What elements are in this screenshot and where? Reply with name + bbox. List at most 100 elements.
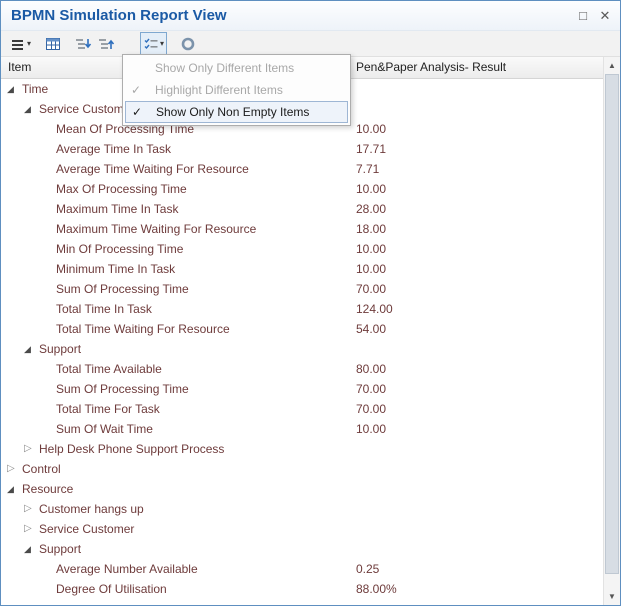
item-value: 10.00	[350, 119, 386, 139]
item-label: Max Of Processing Time	[56, 179, 187, 199]
vertical-scrollbar[interactable]: ▲ ▼	[603, 57, 620, 605]
item-cell: Degree Of Utilisation	[1, 579, 350, 599]
table-row[interactable]: Maximum Time Waiting For Resource 18.00	[1, 219, 603, 239]
item-value: 7.71	[350, 159, 379, 179]
item-cell: ▷ Customer hangs up	[1, 499, 350, 519]
table-row[interactable]: ▷ Service Customer	[1, 519, 603, 539]
item-label: Total Time For Task	[56, 399, 160, 419]
item-value: 17.71	[350, 139, 386, 159]
table-row[interactable]: ▷ Customer hangs up	[1, 499, 603, 519]
item-cell: Average Time Waiting For Resource	[1, 159, 350, 179]
item-cell: Max Of Processing Time	[1, 179, 350, 199]
item-label: Maximum Time In Task	[56, 199, 178, 219]
table-row[interactable]: ▷ Help Desk Phone Support Process	[1, 439, 603, 459]
item-label: Total Time In Task	[56, 299, 152, 319]
expanded-icon[interactable]: ◢	[24, 339, 36, 359]
table-row[interactable]: Average Time Waiting For Resource 7.71	[1, 159, 603, 179]
collapsed-icon[interactable]: ▷	[24, 439, 36, 459]
item-label: Resource	[22, 479, 73, 499]
title-bar: BPMN Simulation Report View □ ✕	[1, 1, 620, 31]
collapsed-icon[interactable]: ▷	[7, 459, 19, 479]
table-row[interactable]: ▷ Control	[1, 459, 603, 479]
record-button[interactable]	[177, 32, 199, 56]
item-cell: Average Time In Task	[1, 139, 350, 159]
table-row[interactable]: Total Time In Task 124.00	[1, 299, 603, 319]
collapsed-icon[interactable]: ▷	[24, 519, 36, 539]
table-row[interactable]: Max Of Processing Time 10.00	[1, 179, 603, 199]
expanded-icon[interactable]: ◢	[24, 99, 36, 119]
item-value	[350, 539, 356, 559]
item-value: 70.00	[350, 279, 386, 299]
check-icon: ✓	[131, 83, 155, 97]
item-value	[350, 459, 356, 479]
item-value	[350, 439, 356, 459]
hamburger-menu-button[interactable]: ▾	[7, 32, 34, 56]
item-value: 70.00	[350, 379, 386, 399]
window-title: BPMN Simulation Report View	[11, 7, 572, 24]
scroll-down-button[interactable]: ▼	[604, 588, 620, 605]
item-cell: Maximum Time Waiting For Resource	[1, 219, 350, 239]
menu-item: ✓ Highlight Different Items	[125, 79, 348, 101]
report-button[interactable]	[42, 32, 64, 56]
item-cell: ▷ Control	[1, 459, 350, 479]
table-row[interactable]: Sum Of Processing Time 70.00	[1, 279, 603, 299]
expand-items-button[interactable]	[72, 32, 95, 56]
item-value	[350, 479, 356, 499]
item-cell: ▷ Help Desk Phone Support Process	[1, 439, 350, 459]
item-cell: Minimum Time In Task	[1, 259, 350, 279]
item-label: Total Time Waiting For Resource	[56, 319, 230, 339]
display-options-button[interactable]: ▾	[140, 32, 167, 56]
table-row[interactable]: Sum Of Wait Time 10.00	[1, 419, 603, 439]
table-row[interactable]: Minimum Time In Task 10.00	[1, 259, 603, 279]
item-value: 54.00	[350, 319, 386, 339]
hamburger-icon	[10, 36, 26, 52]
menu-item[interactable]: ✓ Show Only Non Empty Items	[125, 101, 348, 123]
close-button[interactable]: ✕	[594, 5, 616, 27]
table-row[interactable]: Maximum Time In Task 28.00	[1, 199, 603, 219]
item-cell: Maximum Time In Task	[1, 199, 350, 219]
item-label: Time	[22, 79, 48, 99]
table-row[interactable]: ◢ Support	[1, 339, 603, 359]
item-value: 28.00	[350, 199, 386, 219]
item-cell: ▷ Service Customer	[1, 519, 350, 539]
bpmn-simulation-report-window: BPMN Simulation Report View □ ✕ ▾	[0, 0, 621, 606]
table-row[interactable]: Min Of Processing Time 10.00	[1, 239, 603, 259]
collapse-items-button[interactable]	[95, 32, 118, 56]
scroll-up-button[interactable]: ▲	[604, 57, 620, 74]
expanded-icon[interactable]: ◢	[7, 79, 19, 99]
table-row[interactable]: Total Time Available 80.00	[1, 359, 603, 379]
table-row[interactable]: ◢ Resource	[1, 479, 603, 499]
checklist-icon	[143, 36, 159, 52]
table-row[interactable]: Degree Of Utilisation 88.00%	[1, 579, 603, 599]
table-row[interactable]: Total Time Waiting For Resource 54.00	[1, 319, 603, 339]
collapsed-icon[interactable]: ▷	[24, 499, 36, 519]
item-cell: Total Time For Task	[1, 399, 350, 419]
menu-item-label: Highlight Different Items	[155, 83, 283, 97]
expanded-icon[interactable]: ◢	[24, 539, 36, 559]
expanded-icon[interactable]: ◢	[7, 479, 19, 499]
table-row[interactable]: Average Number Available 0.25	[1, 559, 603, 579]
table-row[interactable]: ◢ Support	[1, 539, 603, 559]
item-label: Maximum Time Waiting For Resource	[56, 219, 256, 239]
menu-item-label: Show Only Different Items	[155, 61, 294, 75]
table-row[interactable]: Total Time For Task 70.00	[1, 399, 603, 419]
item-label: Average Time In Task	[56, 139, 171, 159]
item-label: Minimum Time In Task	[56, 259, 175, 279]
item-label: Sum Of Processing Time	[56, 279, 189, 299]
scrollbar-thumb[interactable]	[605, 74, 619, 574]
item-value	[350, 339, 356, 359]
item-cell: Total Time In Task	[1, 299, 350, 319]
item-value: 124.00	[350, 299, 393, 319]
grid-body: ◢ Time ◢ Service Customer Mean Of Proces…	[1, 79, 603, 599]
item-value: 10.00	[350, 259, 386, 279]
table-row[interactable]: Sum Of Processing Time 70.00	[1, 379, 603, 399]
maximize-button[interactable]: □	[572, 5, 594, 27]
item-value: 18.00	[350, 219, 386, 239]
item-value: 70.00	[350, 399, 386, 419]
table-row[interactable]: Average Time In Task 17.71	[1, 139, 603, 159]
item-value: 10.00	[350, 239, 386, 259]
item-label: Average Number Available	[56, 559, 198, 579]
chevron-down-icon: ▾	[27, 39, 31, 48]
item-value: 10.00	[350, 179, 386, 199]
ring-icon	[180, 36, 196, 52]
